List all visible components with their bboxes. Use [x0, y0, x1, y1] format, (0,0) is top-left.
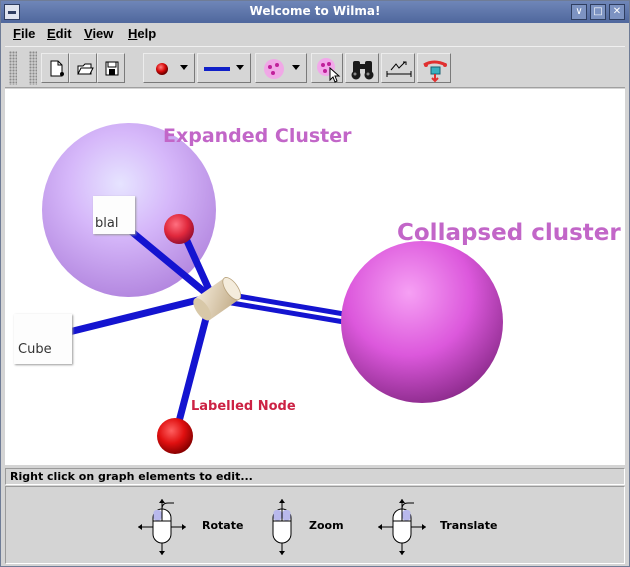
collapsed-cluster-sphere[interactable]: [341, 241, 503, 403]
window-title: Welcome to Wilma!: [249, 4, 381, 18]
cube-box-label: Cube: [18, 342, 52, 357]
toolbar-grip[interactable]: [9, 51, 17, 85]
translate-label: Translate: [440, 519, 498, 532]
rotate-label: Rotate: [202, 519, 244, 532]
rotate-control: Rotate: [134, 497, 254, 557]
relax-layout-button[interactable]: [417, 53, 451, 83]
save-button[interactable]: [97, 53, 125, 83]
menu-help[interactable]: Help: [128, 26, 156, 41]
cluster-style-dropdown[interactable]: [255, 53, 307, 83]
binoculars-icon: [351, 61, 374, 80]
labelled-node-label: Labelled Node: [191, 399, 296, 414]
collapsed-cluster-label: Collapsed cluster: [397, 220, 621, 246]
blah-box-node[interactable]: blal: [93, 196, 135, 234]
status-text: Right click on graph elements to edit...: [10, 470, 253, 483]
open-folder-icon: [77, 63, 94, 75]
close-button[interactable]: ✕: [609, 4, 625, 20]
red-sphere-icon: [156, 63, 168, 75]
minimize-button[interactable]: ∨: [571, 4, 587, 20]
blue-line-icon: [204, 67, 230, 71]
node-style-dropdown[interactable]: [143, 53, 195, 83]
title-bar[interactable]: Welcome to Wilma! ∨ □ ✕: [1, 1, 629, 23]
graph-canvas[interactable]: Expanded Cluster Collapsed cluster Label…: [5, 89, 625, 465]
expanded-cluster-label: Expanded Cluster: [163, 125, 352, 147]
cluster-node-sphere[interactable]: [164, 214, 194, 244]
blah-box-label: blal: [95, 216, 119, 231]
layout-icon: [386, 61, 412, 77]
mouse-controls-panel: Rotate Zoom Translate: [5, 486, 625, 564]
toolbar-grip[interactable]: [29, 51, 37, 85]
cube-box-node[interactable]: Cube: [14, 314, 72, 364]
status-bar: Right click on graph elements to edit...: [5, 468, 625, 485]
menu-edit-label: Edit: [47, 26, 72, 41]
new-button[interactable]: [41, 53, 69, 83]
menu-view[interactable]: View: [84, 26, 113, 41]
pink-cluster-icon: [264, 59, 284, 79]
menu-file[interactable]: File: [13, 26, 35, 41]
select-cluster-button[interactable]: [311, 53, 343, 83]
layout-button[interactable]: [381, 53, 415, 83]
zoom-control: Zoom: [266, 497, 386, 557]
menu-edit[interactable]: Edit: [47, 26, 72, 41]
menu-bar: File Edit View Help: [5, 24, 625, 44]
mouse-zoom-icon: [272, 499, 292, 555]
main-window: Welcome to Wilma! ∨ □ ✕ File Edit View H…: [0, 0, 630, 567]
menu-file-label: File: [13, 26, 36, 41]
mouse-rotate-icon: [138, 499, 186, 555]
translate-control: Translate: [374, 497, 498, 557]
edge-style-dropdown[interactable]: [197, 53, 251, 83]
chevron-down-icon: [236, 65, 244, 70]
chevron-down-icon: [292, 65, 300, 70]
chevron-down-icon: [180, 65, 188, 70]
menu-view-label: View: [84, 26, 114, 41]
maximize-button[interactable]: □: [590, 4, 606, 20]
graph-edge[interactable]: [61, 293, 214, 337]
menu-help-label: Help: [128, 26, 157, 41]
toolbar: [5, 46, 625, 88]
open-button[interactable]: [69, 53, 97, 83]
select-cluster-icon: [317, 58, 341, 83]
new-graph-icon: [50, 60, 64, 77]
relax-layout-icon: [423, 60, 447, 83]
cylinder-node[interactable]: [190, 275, 244, 324]
mouse-translate-icon: [378, 499, 426, 555]
save-disk-icon: [105, 61, 119, 76]
zoom-label: Zoom: [309, 519, 344, 532]
labelled-node-sphere[interactable]: [157, 418, 193, 454]
find-button[interactable]: [345, 53, 379, 83]
